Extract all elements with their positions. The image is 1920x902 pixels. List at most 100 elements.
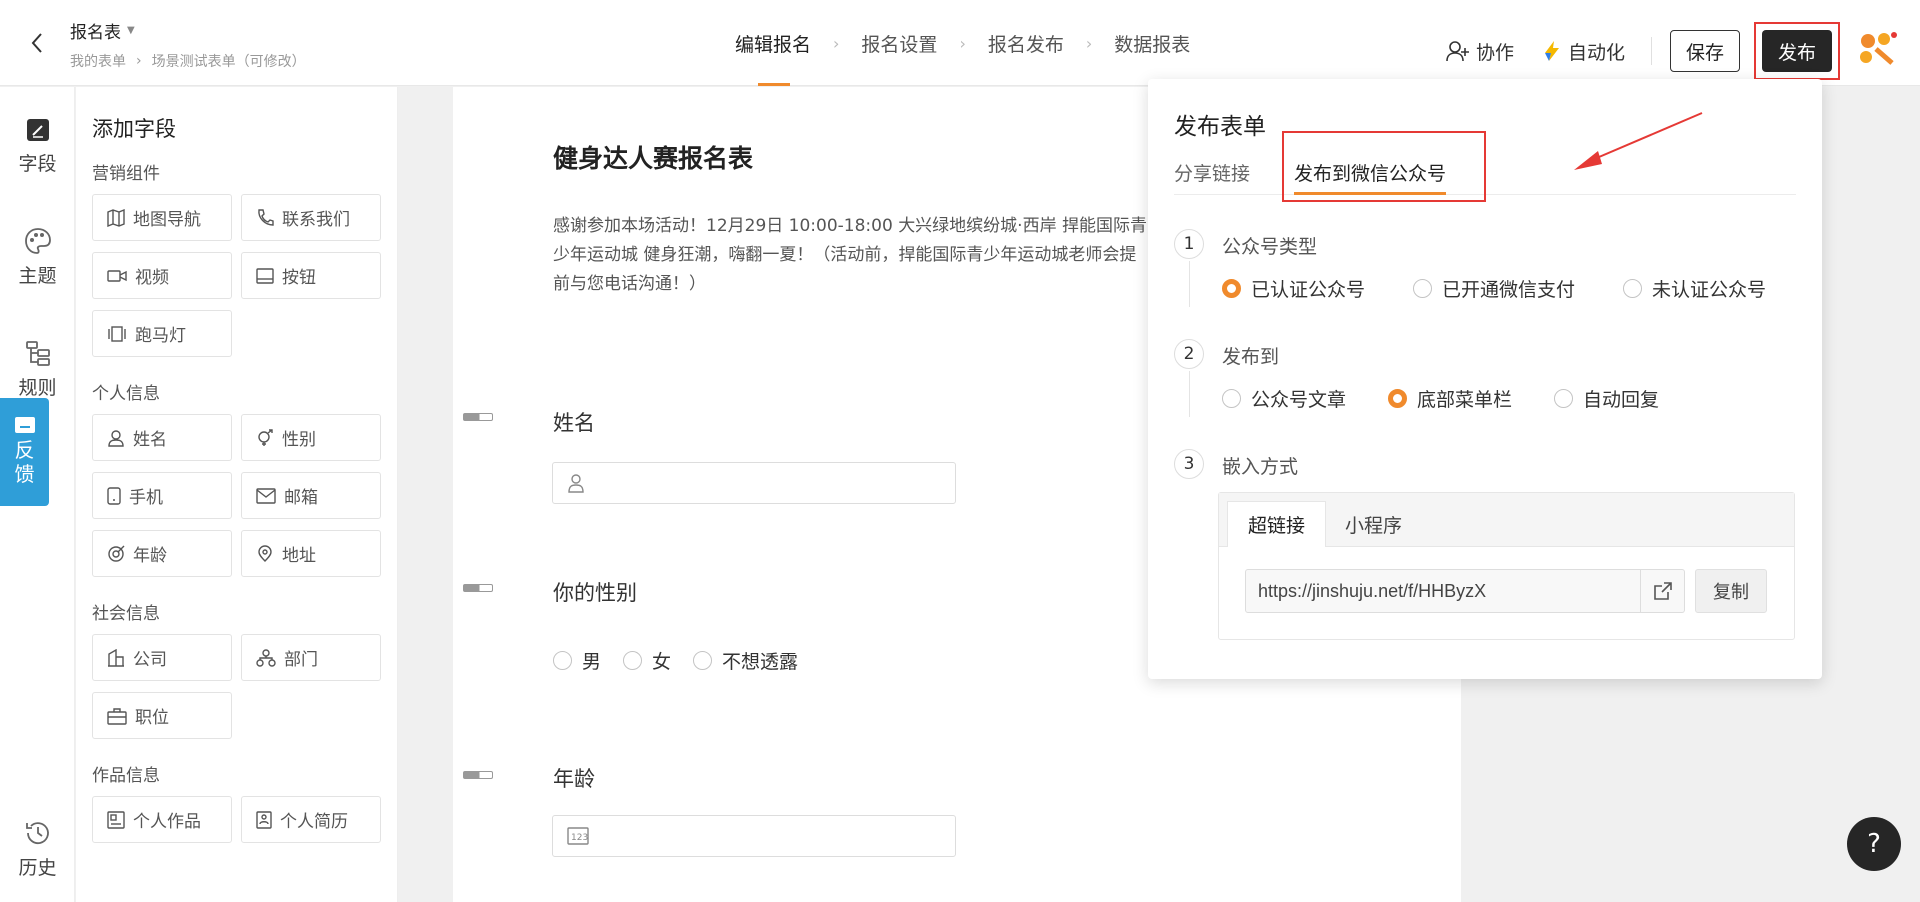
step-number: 2 bbox=[1174, 339, 1204, 369]
option-article[interactable]: 公众号文章 bbox=[1222, 385, 1346, 412]
field-email[interactable]: 邮箱 bbox=[241, 472, 381, 519]
automation-button[interactable]: 自动化 bbox=[1534, 38, 1633, 65]
location-pin-icon bbox=[258, 544, 272, 562]
age-input[interactable]: 123 bbox=[552, 815, 956, 857]
field-label: 职位 bbox=[135, 708, 169, 728]
chevron-right-icon: › bbox=[1085, 33, 1093, 53]
breadcrumb: 我的表单 › 场景测试表单（可修改） bbox=[70, 51, 306, 71]
map-icon bbox=[107, 208, 125, 227]
video-icon bbox=[107, 269, 127, 282]
radio-circle bbox=[1623, 279, 1643, 298]
rail-history[interactable]: 历史 bbox=[0, 819, 75, 880]
field-company[interactable]: 公司 bbox=[92, 634, 232, 681]
field-name[interactable]: 姓名 bbox=[92, 414, 232, 461]
rail-rules[interactable]: 规则 bbox=[0, 339, 75, 400]
gender-option-female[interactable]: 女 bbox=[623, 647, 671, 674]
option-label: 已开通微信支付 bbox=[1442, 279, 1576, 301]
option-label: 男 bbox=[582, 651, 602, 673]
mobile-icon bbox=[107, 486, 121, 505]
button-icon bbox=[256, 267, 274, 284]
field-label: 性别 bbox=[282, 430, 316, 450]
field-gender[interactable]: 性别 bbox=[241, 414, 381, 461]
header-actions: 协作 自动化 保存 发布 bbox=[1438, 22, 1900, 80]
step-publish[interactable]: 报名发布 bbox=[988, 0, 1064, 86]
group-title-personal: 个人信息 bbox=[92, 384, 160, 404]
field-label: 跑马灯 bbox=[135, 326, 186, 346]
field-label: 地址 bbox=[282, 546, 316, 566]
option-label: 公众号文章 bbox=[1251, 389, 1347, 411]
gender-option-male[interactable]: 男 bbox=[553, 647, 601, 674]
form-title-dropdown[interactable]: 报名表 ▼ bbox=[70, 18, 306, 43]
group-title-marketing: 营销组件 bbox=[92, 164, 160, 184]
field-address[interactable]: 地址 bbox=[241, 530, 381, 577]
breadcrumb-current: 场景测试表单（可修改） bbox=[151, 54, 306, 70]
top-header: 报名表 ▼ 我的表单 › 场景测试表单（可修改） 编辑报名 › 报名设置 › 报… bbox=[0, 0, 1920, 86]
step-connector bbox=[1189, 261, 1190, 307]
tab-hyperlink[interactable]: 超链接 bbox=[1227, 501, 1327, 547]
option-label: 未认证公众号 bbox=[1652, 279, 1767, 301]
field-marquee[interactable]: 跑马灯 bbox=[92, 310, 232, 357]
marquee-icon bbox=[108, 325, 126, 342]
external-link-icon bbox=[1653, 582, 1672, 600]
field-label: 年龄 bbox=[133, 546, 167, 566]
option-label: 已认证公众号 bbox=[1251, 279, 1366, 301]
embed-box: 超链接 小程序 复制 bbox=[1218, 492, 1795, 640]
field-resume[interactable]: 个人简历 bbox=[241, 796, 381, 843]
field-contact-us[interactable]: 联系我们 bbox=[241, 194, 381, 241]
step-report[interactable]: 数据报表 bbox=[1114, 0, 1190, 86]
open-link-button[interactable] bbox=[1641, 569, 1685, 613]
field-map-nav[interactable]: 地图导航 bbox=[92, 194, 232, 241]
tab-mini-program[interactable]: 小程序 bbox=[1325, 501, 1422, 547]
field-phone[interactable]: 手机 bbox=[92, 472, 232, 519]
option-label: 底部菜单栏 bbox=[1417, 389, 1513, 411]
caret-down-icon: ▼ bbox=[127, 25, 135, 36]
option-label: 自动回复 bbox=[1583, 389, 1660, 411]
field-age[interactable]: 年龄 bbox=[92, 530, 232, 577]
gender-option-undisclosed[interactable]: 不想透露 bbox=[693, 647, 798, 674]
mail-icon bbox=[256, 487, 276, 504]
field-label: 联系我们 bbox=[282, 210, 350, 230]
feedback-button[interactable]: 反馈 bbox=[0, 398, 49, 506]
option-unverified-account[interactable]: 未认证公众号 bbox=[1623, 275, 1766, 302]
step-edit[interactable]: 编辑报名 bbox=[735, 0, 811, 86]
field-video[interactable]: 视频 bbox=[92, 252, 232, 299]
breadcrumb-my-forms[interactable]: 我的表单 bbox=[70, 51, 126, 71]
tab-share-link[interactable]: 分享链接 bbox=[1174, 159, 1250, 186]
help-button[interactable]: ? bbox=[1847, 817, 1901, 871]
tab-highlight-box bbox=[1282, 131, 1486, 202]
rail-fields[interactable]: 字段 bbox=[0, 117, 75, 176]
form-url-field[interactable] bbox=[1245, 569, 1641, 613]
step-settings[interactable]: 报名设置 bbox=[861, 0, 937, 86]
briefcase-icon bbox=[107, 707, 127, 725]
copy-button[interactable]: 复制 bbox=[1695, 569, 1767, 613]
step-connector bbox=[1189, 371, 1190, 417]
drag-handle-icon[interactable] bbox=[463, 584, 493, 592]
rail-theme-label: 主题 bbox=[18, 265, 57, 287]
save-button[interactable]: 保存 bbox=[1670, 30, 1740, 72]
radio-circle-selected bbox=[1388, 389, 1408, 408]
field-department[interactable]: 部门 bbox=[241, 634, 381, 681]
question-name-label: 姓名 bbox=[553, 411, 595, 435]
rail-theme[interactable]: 主题 bbox=[0, 227, 75, 288]
question-gender-label: 你的性别 bbox=[553, 581, 637, 605]
option-auto-reply[interactable]: 自动回复 bbox=[1554, 385, 1659, 412]
option-bottom-menu[interactable]: 底部菜单栏 bbox=[1388, 385, 1512, 412]
option-wechat-pay[interactable]: 已开通微信支付 bbox=[1413, 275, 1575, 302]
collab-button[interactable]: 协作 bbox=[1438, 38, 1522, 65]
field-position[interactable]: 职位 bbox=[92, 692, 232, 739]
field-label: 个人简历 bbox=[280, 812, 348, 832]
field-portfolio[interactable]: 个人作品 bbox=[92, 796, 232, 843]
back-icon[interactable] bbox=[24, 30, 50, 56]
radio-circle bbox=[553, 651, 572, 670]
svg-text:123: 123 bbox=[571, 833, 588, 843]
option-verified-account[interactable]: 已认证公众号 bbox=[1222, 275, 1365, 302]
add-user-icon bbox=[1446, 41, 1469, 62]
user-icon bbox=[108, 429, 124, 447]
drag-handle-icon[interactable] bbox=[463, 413, 493, 421]
phone-call-icon bbox=[258, 208, 274, 226]
publish-button[interactable]: 发布 bbox=[1762, 30, 1832, 72]
name-input[interactable] bbox=[552, 462, 956, 504]
field-button[interactable]: 按钮 bbox=[241, 252, 381, 299]
field-label: 个人作品 bbox=[133, 812, 201, 832]
drag-handle-icon[interactable] bbox=[463, 771, 493, 779]
